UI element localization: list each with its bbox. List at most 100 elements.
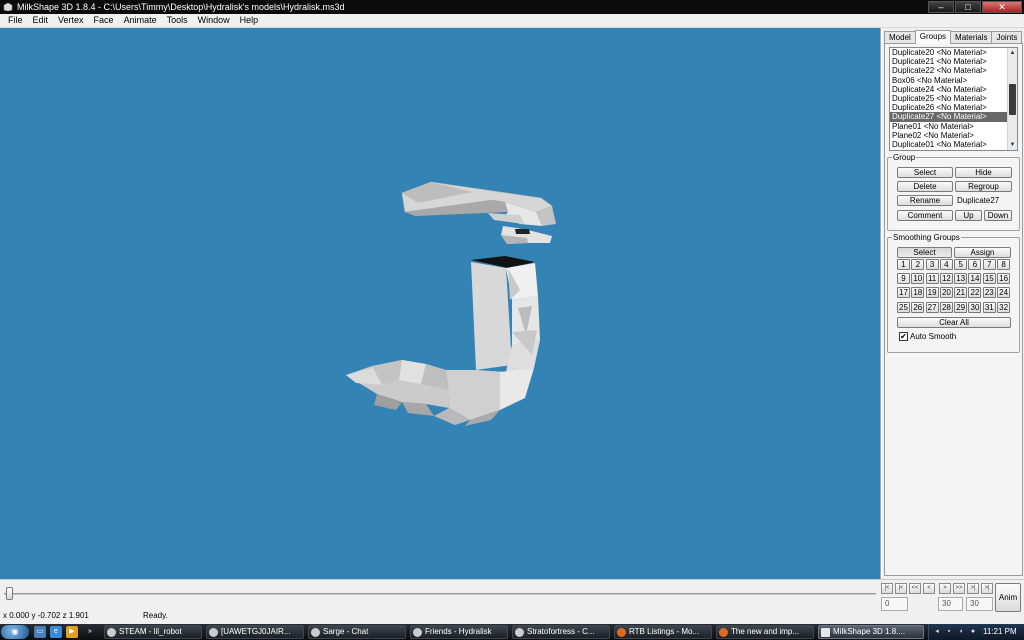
- smoothing-assign-button[interactable]: Assign: [954, 247, 1011, 258]
- smoothing-group-button[interactable]: 24: [997, 287, 1011, 299]
- smoothing-group-button[interactable]: 23: [982, 287, 996, 299]
- smoothing-group-button[interactable]: 11: [925, 273, 939, 285]
- list-item[interactable]: Plane01 <No Material>: [890, 122, 1008, 131]
- taskbar-item[interactable]: [UAWETGJ0JAIR...: [206, 625, 304, 639]
- group-name-field[interactable]: Duplicate27: [955, 195, 1013, 206]
- group-delete-button[interactable]: Delete: [897, 181, 953, 192]
- smoothing-group-button[interactable]: 25: [897, 301, 910, 313]
- smoothing-group-button[interactable]: 2: [911, 259, 925, 270]
- list-item-selected[interactable]: Duplicate27 <No Material>: [890, 112, 1008, 122]
- menu-tools[interactable]: Tools: [162, 14, 193, 27]
- smoothing-group-button[interactable]: 6: [968, 259, 982, 270]
- smoothing-group-button[interactable]: 4: [939, 259, 953, 270]
- scroll-down-icon[interactable]: ▼: [1008, 140, 1017, 150]
- smoothing-group-button[interactable]: 1: [897, 259, 910, 270]
- smoothing-group-button[interactable]: 21: [954, 287, 968, 299]
- list-item[interactable]: Duplicate01 <No Material>: [890, 140, 1008, 149]
- steam-tray-icon[interactable]: ●: [969, 628, 977, 636]
- group-up-button[interactable]: Up: [955, 210, 982, 221]
- menu-help[interactable]: Help: [235, 14, 264, 27]
- list-item[interactable]: Duplicate26 <No Material>: [890, 103, 1008, 112]
- list-item[interactable]: Duplicate24 <No Material>: [890, 85, 1008, 94]
- network-icon[interactable]: ▪: [945, 628, 953, 636]
- menu-face[interactable]: Face: [89, 14, 119, 27]
- menu-animate[interactable]: Animate: [119, 14, 162, 27]
- list-item[interactable]: Duplicate22 <No Material>: [890, 66, 1008, 75]
- menu-vertex[interactable]: Vertex: [53, 14, 89, 27]
- current-frame-field[interactable]: 0: [881, 597, 908, 611]
- smoothing-group-button[interactable]: 7: [982, 259, 996, 270]
- group-list[interactable]: Duplicate20 <No Material> Duplicate21 <N…: [889, 47, 1018, 151]
- close-button[interactable]: ✕: [982, 1, 1022, 13]
- start-button[interactable]: ◉: [1, 625, 29, 639]
- list-item[interactable]: Duplicate25 <No Material>: [890, 94, 1008, 103]
- taskbar-item[interactable]: The new and imp...: [716, 625, 814, 639]
- taskbar-item[interactable]: Stratofortress - C...: [512, 625, 610, 639]
- smoothing-group-button[interactable]: 32: [997, 301, 1011, 313]
- chevron-right-icon[interactable]: »: [84, 626, 96, 638]
- smoothing-group-button[interactable]: 20: [939, 287, 953, 299]
- taskbar-item[interactable]: Friends - Hydralisk: [410, 625, 508, 639]
- group-hide-button[interactable]: Hide: [955, 167, 1012, 178]
- tray-chevron-icon[interactable]: ◂: [933, 628, 941, 636]
- first-frame-button[interactable]: |<: [881, 583, 893, 594]
- tab-groups[interactable]: Groups: [914, 30, 952, 44]
- group-down-button[interactable]: Down: [984, 210, 1012, 221]
- menu-file[interactable]: File: [3, 14, 28, 27]
- smoothing-select-button[interactable]: Select: [897, 247, 952, 258]
- group-comment-button[interactable]: Comment: [897, 210, 953, 221]
- smoothing-group-button[interactable]: 31: [982, 301, 996, 313]
- menu-edit[interactable]: Edit: [28, 14, 54, 27]
- end-frame-field[interactable]: 30: [966, 597, 993, 611]
- smoothing-group-button[interactable]: 3: [925, 259, 939, 270]
- timeline-slider-handle[interactable]: [6, 587, 13, 600]
- smoothing-group-button[interactable]: 8: [997, 259, 1011, 270]
- smoothing-group-button[interactable]: 5: [954, 259, 968, 270]
- list-scrollbar[interactable]: ▲ ▼: [1007, 48, 1017, 150]
- clock[interactable]: 11:21 PM: [983, 624, 1017, 640]
- last-keyframe-button[interactable]: >|: [967, 583, 979, 594]
- minimize-button[interactable]: ‒: [928, 1, 954, 13]
- smoothing-group-button[interactable]: 9: [897, 273, 910, 285]
- smoothing-group-button[interactable]: 27: [925, 301, 939, 313]
- smoothing-group-button[interactable]: 15: [982, 273, 996, 285]
- list-item[interactable]: Box06 <No Material>: [890, 76, 1008, 85]
- smoothing-group-button[interactable]: 14: [968, 273, 982, 285]
- clear-all-button[interactable]: Clear All: [897, 317, 1011, 328]
- smoothing-group-button[interactable]: 12: [939, 273, 953, 285]
- smoothing-group-button[interactable]: 22: [968, 287, 982, 299]
- smoothing-group-button[interactable]: 30: [968, 301, 982, 313]
- taskbar-item[interactable]: RTB Listings - Mo...: [614, 625, 712, 639]
- volume-icon[interactable]: ◖: [957, 628, 965, 636]
- start-frame-field[interactable]: 30: [938, 597, 963, 611]
- smoothing-group-button[interactable]: 17: [897, 287, 910, 299]
- auto-smooth-row[interactable]: ✔ Auto Smooth: [899, 331, 956, 341]
- list-item[interactable]: Duplicate20 <No Material>: [890, 48, 1008, 57]
- last-frame-button[interactable]: >|: [981, 583, 993, 594]
- smoothing-group-button[interactable]: 26: [911, 301, 925, 313]
- smoothing-group-button[interactable]: 16: [997, 273, 1011, 285]
- maximize-button[interactable]: □: [955, 1, 981, 13]
- taskbar-item[interactable]: STEAM - lil_robot: [104, 625, 202, 639]
- next-frame-button[interactable]: >: [939, 583, 951, 594]
- smoothing-group-button[interactable]: 10: [911, 273, 925, 285]
- scroll-up-icon[interactable]: ▲: [1008, 48, 1017, 58]
- fast-forward-button[interactable]: >>: [953, 583, 965, 594]
- smoothing-group-button[interactable]: 19: [925, 287, 939, 299]
- smoothing-group-button[interactable]: 28: [939, 301, 953, 313]
- scroll-thumb[interactable]: [1009, 84, 1016, 115]
- menu-window[interactable]: Window: [193, 14, 235, 27]
- list-item[interactable]: Duplicate21 <No Material>: [890, 57, 1008, 66]
- ie-icon[interactable]: e: [50, 626, 62, 638]
- list-item[interactable]: Plane02 <No Material>: [890, 131, 1008, 140]
- 3d-viewport[interactable]: [0, 28, 881, 579]
- anim-button[interactable]: Anim: [995, 583, 1021, 612]
- title-bar[interactable]: MilkShape 3D 1.8.4 - C:\Users\Timmy\Desk…: [0, 0, 1024, 14]
- prev-frame-button[interactable]: <: [923, 583, 935, 594]
- taskbar-item[interactable]: Sarge - Chat: [308, 625, 406, 639]
- smoothing-group-button[interactable]: 18: [911, 287, 925, 299]
- smoothing-group-button[interactable]: 13: [954, 273, 968, 285]
- auto-smooth-checkbox[interactable]: ✔: [899, 331, 908, 341]
- first-keyframe-button[interactable]: |<: [895, 583, 907, 594]
- show-desktop-icon[interactable]: ▭: [34, 626, 46, 638]
